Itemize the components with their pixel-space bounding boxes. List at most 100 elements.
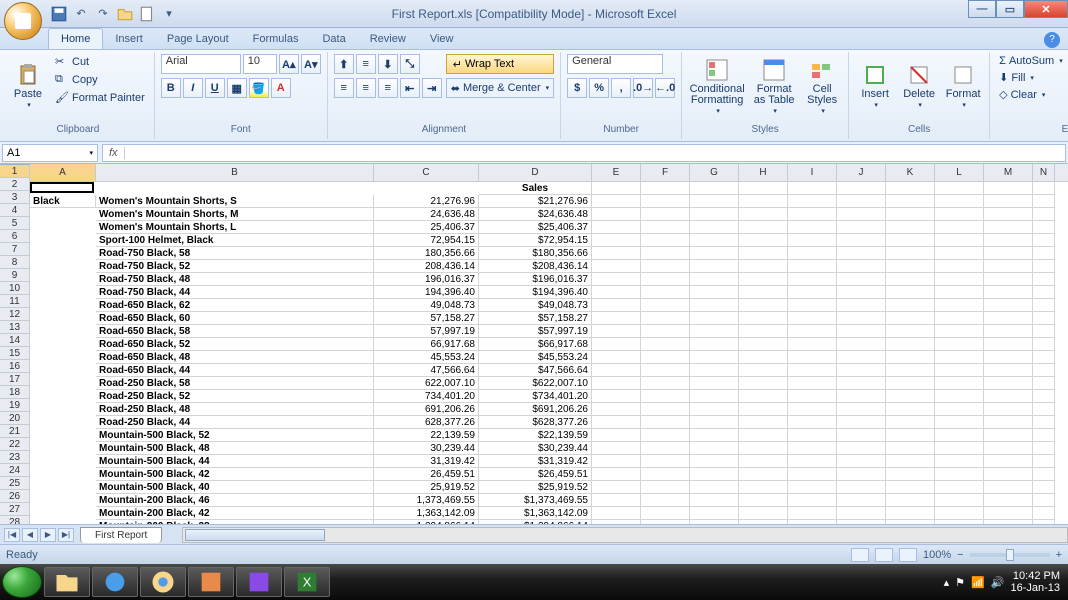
tray-clock[interactable]: 10:42 PM 16-Jan-13: [1010, 570, 1060, 594]
cell-C20[interactable]: 22,139.59: [374, 429, 479, 442]
cell-J26[interactable]: [837, 507, 886, 520]
cell-N10[interactable]: [1033, 299, 1055, 312]
cell-I25[interactable]: [788, 494, 837, 507]
cell-I24[interactable]: [788, 481, 837, 494]
row-header-19[interactable]: 19: [0, 399, 29, 412]
taskbar-app2[interactable]: [236, 567, 282, 597]
cell-E24[interactable]: [592, 481, 641, 494]
format-painter-button[interactable]: 🖌Format Painter: [52, 90, 148, 106]
cell-I20[interactable]: [788, 429, 837, 442]
cell-J2[interactable]: [837, 195, 886, 208]
normal-view-button[interactable]: [851, 548, 869, 562]
cell-K25[interactable]: [886, 494, 935, 507]
cell-J24[interactable]: [837, 481, 886, 494]
cell-M5[interactable]: [984, 234, 1033, 247]
format-as-table-button[interactable]: Format as Table▾: [750, 54, 798, 120]
cell-F12[interactable]: [641, 325, 690, 338]
row-header-21[interactable]: 21: [0, 425, 29, 438]
last-sheet-button[interactable]: ▶|: [58, 528, 74, 542]
cell-G4[interactable]: [690, 221, 739, 234]
column-header-I[interactable]: I: [788, 164, 837, 181]
cell-C14[interactable]: 45,553.24: [374, 351, 479, 364]
cell-L19[interactable]: [935, 416, 984, 429]
cell-L27[interactable]: [935, 520, 984, 524]
cell-L25[interactable]: [935, 494, 984, 507]
cell-D4[interactable]: $25,406.37: [479, 221, 592, 234]
row-header-1[interactable]: 1: [0, 165, 29, 178]
cell-J23[interactable]: [837, 468, 886, 481]
cell-N11[interactable]: [1033, 312, 1055, 325]
cell-L16[interactable]: [935, 377, 984, 390]
cell-G1[interactable]: [690, 182, 739, 195]
row-header-22[interactable]: 22: [0, 438, 29, 451]
cell-E1[interactable]: [592, 182, 641, 195]
cell-M16[interactable]: [984, 377, 1033, 390]
decrease-indent-button[interactable]: ⇤: [400, 78, 420, 98]
row-header-7[interactable]: 7: [0, 243, 29, 256]
cell-L13[interactable]: [935, 338, 984, 351]
cell-B2[interactable]: Women's Mountain Shorts, S: [96, 195, 374, 208]
cell-E19[interactable]: [592, 416, 641, 429]
format-cells-button[interactable]: Format▾: [943, 54, 983, 120]
cell-H27[interactable]: [739, 520, 788, 524]
cell-M13[interactable]: [984, 338, 1033, 351]
cell-L7[interactable]: [935, 260, 984, 273]
cell-K13[interactable]: [886, 338, 935, 351]
row-header-6[interactable]: 6: [0, 230, 29, 243]
row-header-5[interactable]: 5: [0, 217, 29, 230]
cell-N16[interactable]: [1033, 377, 1055, 390]
cell-B23[interactable]: Mountain-500 Black, 42: [96, 468, 374, 481]
cell-F19[interactable]: [641, 416, 690, 429]
cell-F20[interactable]: [641, 429, 690, 442]
cell-E26[interactable]: [592, 507, 641, 520]
cell-J6[interactable]: [837, 247, 886, 260]
start-button[interactable]: [2, 566, 42, 598]
cell-K4[interactable]: [886, 221, 935, 234]
conditional-formatting-button[interactable]: Conditional Formatting▾: [688, 54, 746, 120]
cell-H9[interactable]: [739, 286, 788, 299]
close-button[interactable]: ✕: [1024, 0, 1068, 18]
cell-J15[interactable]: [837, 364, 886, 377]
fill-button[interactable]: ⬇Fill▾: [996, 70, 1066, 85]
cell-F16[interactable]: [641, 377, 690, 390]
taskbar-app1[interactable]: [188, 567, 234, 597]
cell-F1[interactable]: [641, 182, 690, 195]
autosum-button[interactable]: ΣAutoSum▾: [996, 54, 1066, 68]
cell-K5[interactable]: [886, 234, 935, 247]
cell-C13[interactable]: 66,917.68: [374, 338, 479, 351]
cell-G9[interactable]: [690, 286, 739, 299]
cell-I13[interactable]: [788, 338, 837, 351]
cell-J17[interactable]: [837, 390, 886, 403]
cell-J16[interactable]: [837, 377, 886, 390]
cell-C24[interactable]: 25,919.52: [374, 481, 479, 494]
cell-D11[interactable]: $57,158.27: [479, 312, 592, 325]
row-header-4[interactable]: 4: [0, 204, 29, 217]
cell-H2[interactable]: [739, 195, 788, 208]
cell-L12[interactable]: [935, 325, 984, 338]
cell-C15[interactable]: 47,566.64: [374, 364, 479, 377]
zoom-out-button[interactable]: −: [957, 549, 963, 561]
cell-C19[interactable]: 628,377.26: [374, 416, 479, 429]
cell-C25[interactable]: 1,373,469.55: [374, 494, 479, 507]
cell-D18[interactable]: $691,206.26: [479, 403, 592, 416]
cell-B20[interactable]: Mountain-500 Black, 52: [96, 429, 374, 442]
cell-M18[interactable]: [984, 403, 1033, 416]
cell-I15[interactable]: [788, 364, 837, 377]
row-header-2[interactable]: 2: [0, 178, 29, 191]
cell-E6[interactable]: [592, 247, 641, 260]
cell-N13[interactable]: [1033, 338, 1055, 351]
cell-G21[interactable]: [690, 442, 739, 455]
cell-D22[interactable]: $31,319.42: [479, 455, 592, 468]
cell-M27[interactable]: [984, 520, 1033, 524]
cell-M9[interactable]: [984, 286, 1033, 299]
cell-C10[interactable]: 49,048.73: [374, 299, 479, 312]
cell-I18[interactable]: [788, 403, 837, 416]
cell-B5[interactable]: Sport-100 Helmet, Black: [96, 234, 374, 247]
cell-D2[interactable]: $21,276.96: [479, 195, 592, 208]
cell-L8[interactable]: [935, 273, 984, 286]
cell-N18[interactable]: [1033, 403, 1055, 416]
minimize-button[interactable]: —: [968, 0, 996, 18]
cell-J18[interactable]: [837, 403, 886, 416]
merge-center-button[interactable]: ⬌Merge & Center▾: [446, 78, 554, 98]
column-header-N[interactable]: N: [1033, 164, 1055, 181]
